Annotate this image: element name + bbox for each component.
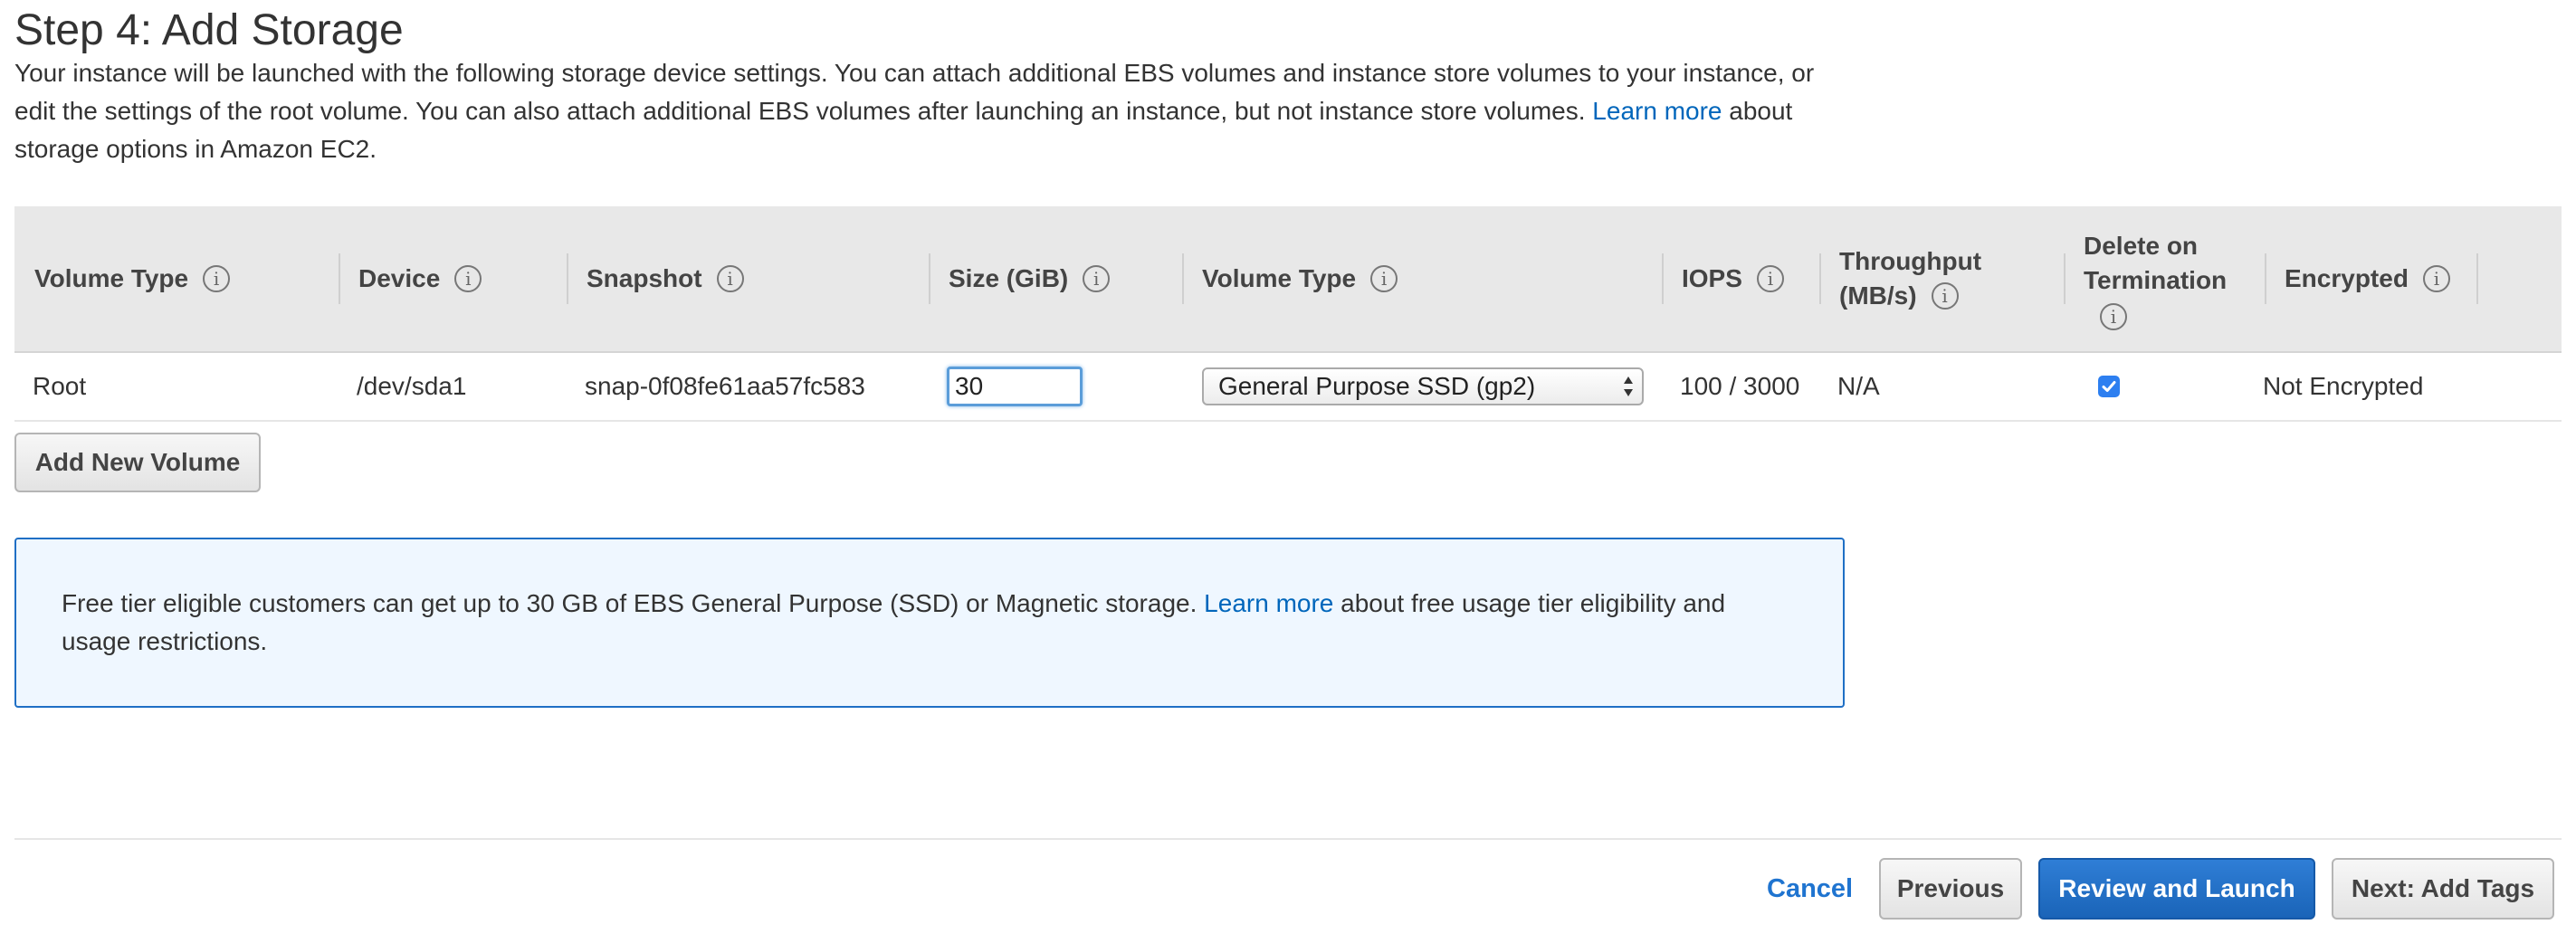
volume-type-selected: General Purpose SSD (gp2) bbox=[1218, 372, 1536, 400]
header-label-stack: Throughput (MB/s) i bbox=[1839, 244, 1981, 313]
learn-more-free-tier-link[interactable]: Learn more bbox=[1204, 589, 1333, 617]
header-encrypted: Encrypted i bbox=[2265, 206, 2450, 351]
up-down-arrows-icon bbox=[1624, 376, 1633, 396]
header-label: IOPS bbox=[1682, 264, 1742, 292]
header-label: Device bbox=[358, 264, 441, 292]
volume-type-select[interactable]: General Purpose SSD (gp2) bbox=[1202, 367, 1644, 405]
size-input[interactable] bbox=[947, 367, 1083, 406]
header-label-stack: Delete on Termination i bbox=[2084, 229, 2228, 330]
header-iops: IOPS i bbox=[1662, 206, 1784, 351]
header-size: Size (GiB) i bbox=[929, 206, 1111, 351]
review-and-launch-button[interactable]: Review and Launch bbox=[2038, 858, 2315, 920]
next-add-tags-button[interactable]: Next: Add Tags bbox=[2332, 858, 2554, 920]
header-volume-type: Volume Type i bbox=[34, 206, 231, 351]
header-label-unit: (MB/s) bbox=[1839, 281, 1917, 310]
checkmark-icon bbox=[2102, 381, 2116, 392]
footer-divider bbox=[14, 838, 2562, 840]
header-snapshot: Snapshot i bbox=[567, 206, 744, 351]
header-label: Size (GiB) bbox=[949, 264, 1069, 292]
cell-ebs-volume-type: General Purpose SSD (gp2) bbox=[1202, 353, 1644, 420]
table-row: Root /dev/sda1 snap-0f08fe61aa57fc583 Ge… bbox=[14, 353, 2562, 420]
info-icon[interactable]: i bbox=[716, 265, 744, 292]
info-icon[interactable]: i bbox=[1756, 265, 1784, 292]
column-divider bbox=[567, 253, 568, 304]
column-divider bbox=[2476, 253, 2478, 304]
free-tier-info-box: Free tier eligible customers can get up … bbox=[14, 538, 1845, 708]
info-icon-wrap: i bbox=[2084, 298, 2227, 330]
free-tier-text: Free tier eligible customers can get up … bbox=[62, 589, 1205, 617]
cell-encrypted: Not Encrypted bbox=[2263, 372, 2424, 400]
header-device: Device i bbox=[339, 206, 482, 351]
column-divider bbox=[1819, 253, 1821, 304]
column-divider bbox=[1662, 253, 1664, 304]
cell-throughput: N/A bbox=[1837, 372, 1880, 400]
column-divider bbox=[2064, 253, 2066, 304]
column-divider bbox=[339, 253, 340, 304]
info-icon[interactable]: i bbox=[454, 265, 482, 292]
header-throughput: Throughput (MB/s) i bbox=[1819, 206, 1981, 351]
header-label-line2: Termination bbox=[2084, 266, 2228, 294]
info-icon[interactable]: i bbox=[1931, 282, 1959, 310]
column-divider bbox=[1182, 253, 1184, 304]
info-icon[interactable]: i bbox=[1370, 265, 1398, 292]
info-icon[interactable]: i bbox=[2422, 265, 2450, 292]
learn-more-storage-link[interactable]: Learn more bbox=[1592, 97, 1722, 125]
add-storage-page: Step 4: Add Storage Your instance will b… bbox=[0, 0, 2576, 934]
cell-size bbox=[947, 353, 1083, 420]
info-icon[interactable]: i bbox=[2100, 302, 2127, 330]
cell-iops: 100 / 3000 bbox=[1680, 372, 1800, 400]
header-ebs-volume-type: Volume Type i bbox=[1182, 206, 1398, 351]
header-delete-on-termination: Delete on Termination i bbox=[2064, 206, 2228, 351]
header-label: Throughput bbox=[1839, 247, 1982, 275]
info-icon[interactable]: i bbox=[203, 265, 231, 292]
table-header: Volume Type i Device i Snapshot i Size (… bbox=[14, 206, 2562, 353]
info-icon[interactable]: i bbox=[1083, 265, 1111, 292]
cell-volume-type: Root bbox=[33, 372, 87, 400]
header-label: Volume Type bbox=[1202, 264, 1357, 292]
cell-delete-on-termination bbox=[2098, 353, 2120, 420]
cell-device: /dev/sda1 bbox=[357, 372, 467, 400]
header-label: Encrypted bbox=[2285, 264, 2409, 292]
column-divider bbox=[2265, 253, 2266, 304]
header-label: Snapshot bbox=[587, 264, 702, 292]
cancel-link[interactable]: Cancel bbox=[1767, 871, 1853, 907]
header-label-line2: (MB/s) i bbox=[1839, 279, 1981, 313]
header-label: Volume Type bbox=[34, 264, 189, 292]
page-title: Step 4: Add Storage bbox=[14, 6, 404, 54]
cell-snapshot: snap-0f08fe61aa57fc583 bbox=[585, 372, 865, 400]
header-label: Delete on bbox=[2084, 232, 2199, 260]
storage-table: Volume Type i Device i Snapshot i Size (… bbox=[14, 206, 2562, 422]
page-description: Your instance will be launched with the … bbox=[14, 54, 1861, 168]
add-new-volume-button[interactable]: Add New Volume bbox=[14, 433, 261, 492]
delete-on-termination-checkbox[interactable] bbox=[2098, 376, 2120, 397]
column-divider bbox=[929, 253, 930, 304]
previous-button[interactable]: Previous bbox=[1879, 858, 2022, 920]
description-text: Your instance will be launched with the … bbox=[14, 59, 1815, 125]
